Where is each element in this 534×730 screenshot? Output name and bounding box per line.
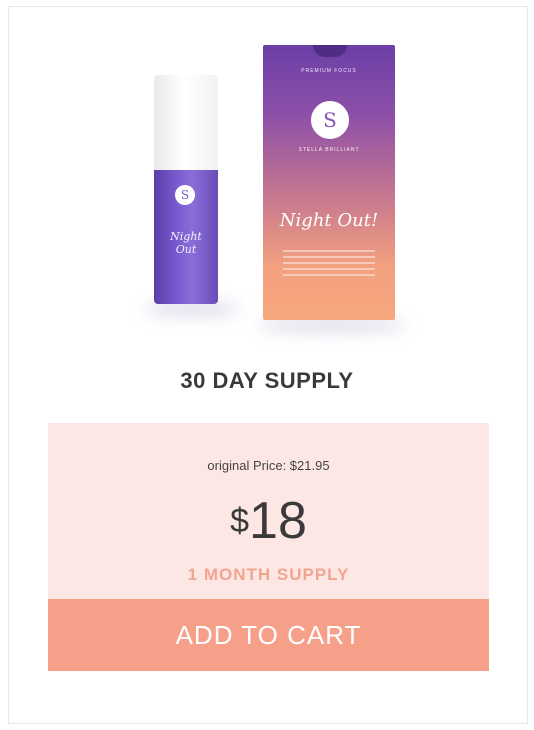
box-top-text: PREMIUM FOCUS <box>301 68 357 74</box>
supply-title: 30 DAY SUPPLY <box>180 368 354 393</box>
price-panel: original Price: $21.95 $18 1 MONTH SUPPL… <box>48 423 489 599</box>
bottle-cap <box>154 75 218 170</box>
bottle-logo: S <box>175 185 195 205</box>
supply-duration: 1 MONTH SUPPLY <box>187 565 350 584</box>
bottle-script-label: Night Out <box>170 230 202 256</box>
original-price: original Price: $21.95 <box>207 458 330 473</box>
box-brand-name: STELLA BRILLIANT <box>298 147 360 153</box>
brand-logo: S <box>311 101 349 139</box>
price: $18 <box>48 491 489 551</box>
currency-symbol: $ <box>230 502 250 540</box>
box-description-lines <box>283 250 375 280</box>
price-amount: 18 <box>249 492 307 550</box>
box-script-label: Night Out! <box>279 210 379 231</box>
add-to-cart-button[interactable]: ADD TO CART <box>48 599 489 671</box>
product-image: S Night Out PREMIUM FOCUS S STELLA BRILL… <box>145 40 407 340</box>
